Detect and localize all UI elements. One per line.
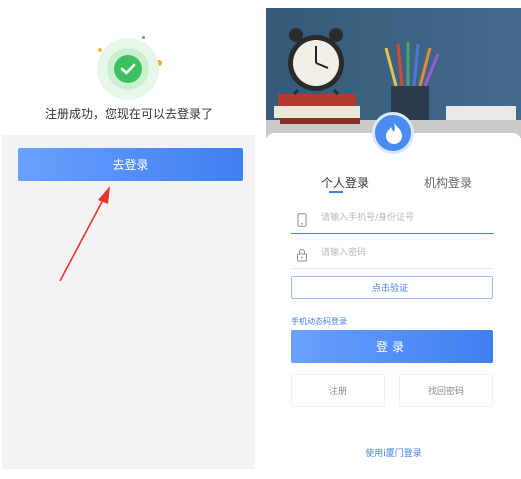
password-input[interactable] [319,247,493,259]
arrow-annotation-icon [59,186,110,282]
password-field [291,244,494,269]
phone-icon [297,213,307,227]
register-button[interactable]: 注册 [291,374,385,407]
active-tab-indicator [329,191,343,193]
phone-id-field [291,209,494,234]
lock-icon [297,249,307,262]
logo-icon [372,112,414,154]
phone-id-input[interactable] [319,212,493,224]
ixiamen-login-link[interactable]: 使用i厦门登录 [266,446,521,459]
login-button[interactable]: 登录 [291,330,493,363]
tab-organization-login[interactable]: 机构登录 [424,174,472,191]
forgot-password-button[interactable]: 找回密码 [399,374,493,407]
click-verify-button[interactable]: 点击验证 [291,276,493,299]
tab-personal-login[interactable]: 个人登录 [321,174,369,191]
registration-success-panel: 注册成功，您现在可以去登录了 去登录 [0,0,258,479]
login-panel: 个人登录 机构登录 点击验证 手机动态码登录 登录 注册 找回密码 使用i厦门登… [266,8,521,479]
sms-login-link[interactable]: 手机动态码登录 [291,316,347,327]
login-card [266,133,521,479]
